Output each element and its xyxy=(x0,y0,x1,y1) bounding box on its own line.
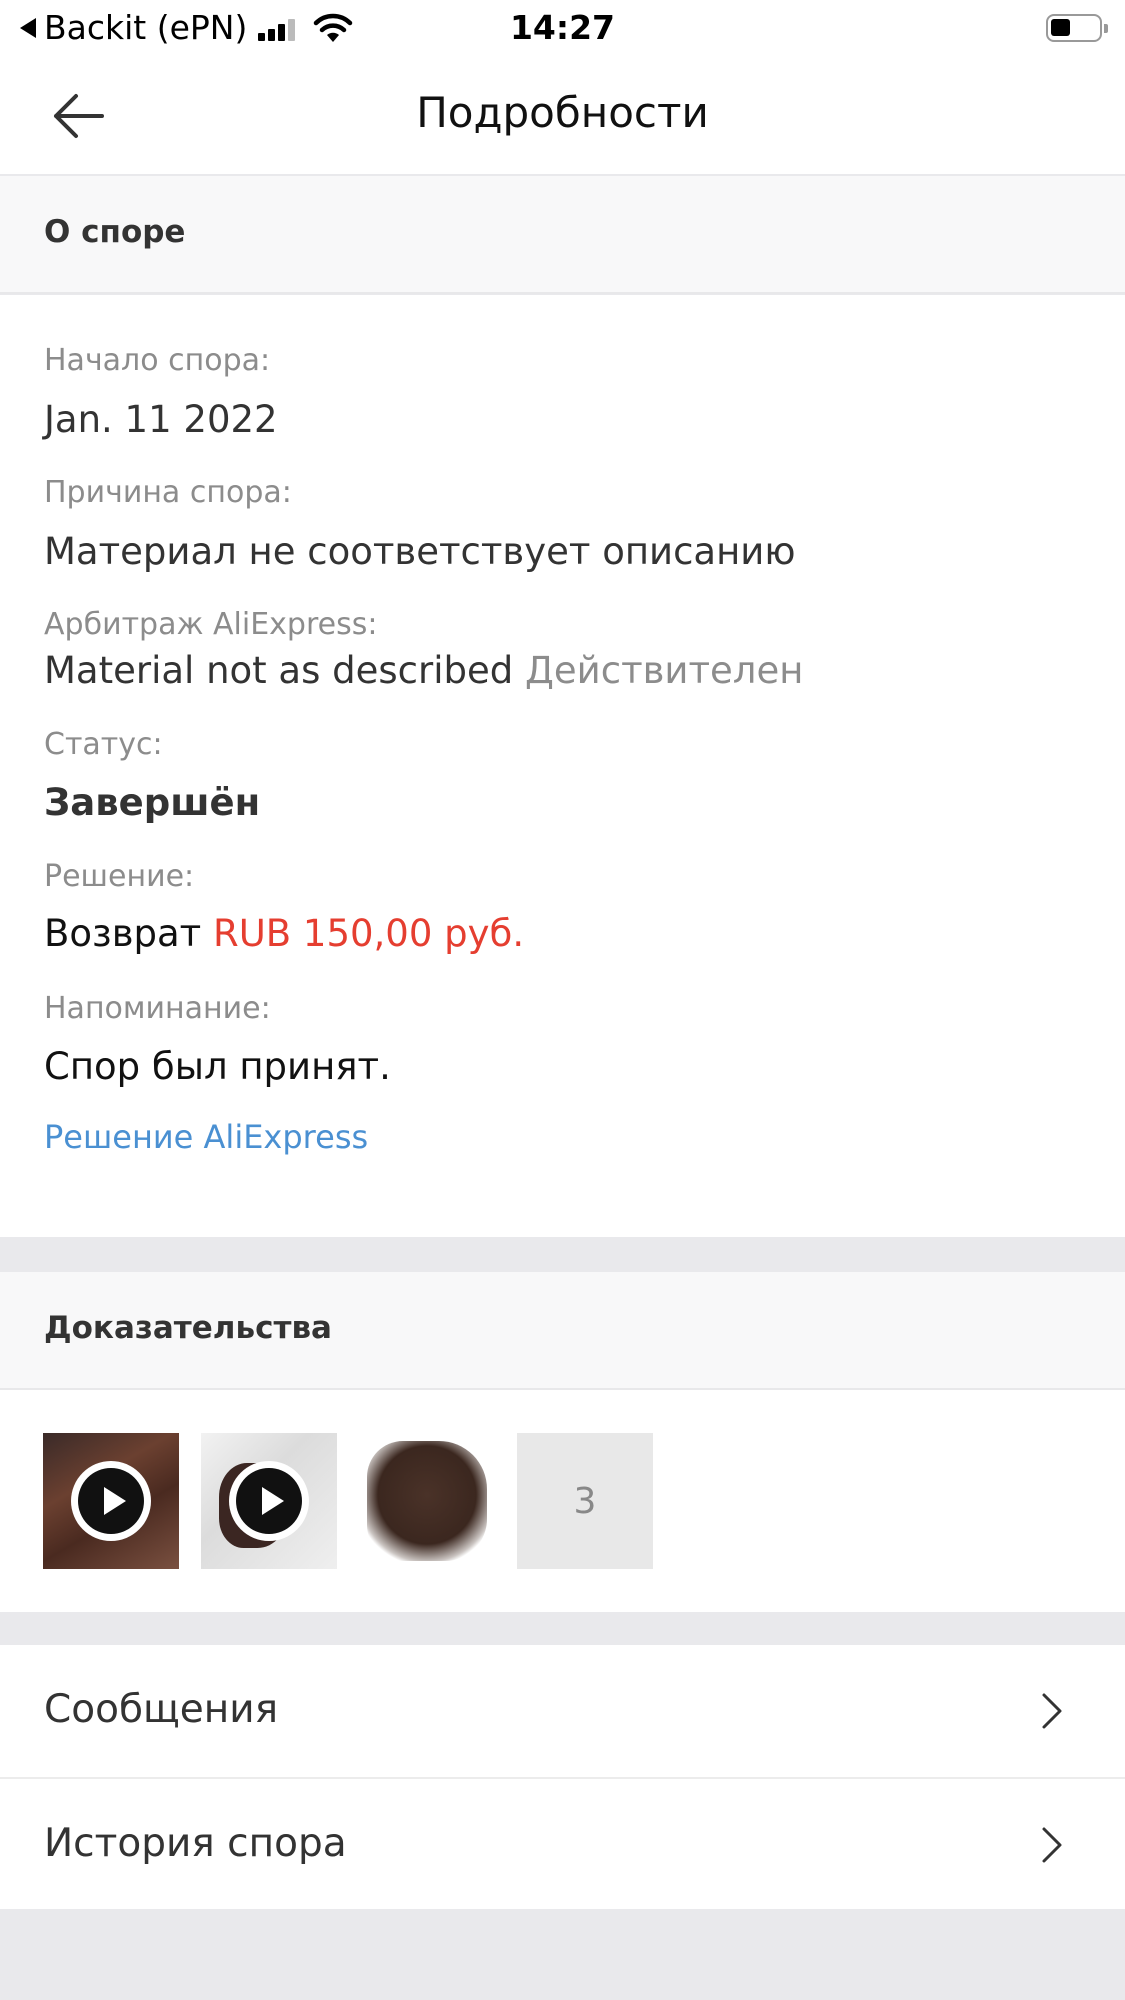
dispute-history-label: История спора xyxy=(44,1821,347,1866)
status-value: Завершён xyxy=(44,781,261,824)
battery-icon xyxy=(1046,14,1108,42)
chevron-right-icon xyxy=(1042,1827,1062,1863)
reminder-label: Напоминание: xyxy=(44,991,271,1026)
status-bar: Backit (ePN) 14:27 xyxy=(0,0,1125,58)
start-date-label: Начало спора: xyxy=(44,343,271,378)
decision-prefix: Возврат xyxy=(44,912,202,955)
decision-value: Возврат RUB 150,00 руб. xyxy=(44,912,524,955)
messages-row[interactable]: Сообщения xyxy=(0,1645,1125,1777)
clock: 14:27 xyxy=(509,8,616,47)
evidence-header: Доказательства xyxy=(0,1272,1125,1390)
play-icon xyxy=(229,1461,309,1541)
more-evidence-count: 3 xyxy=(573,1480,597,1522)
reason-label: Причина спора: xyxy=(44,475,292,510)
decision-label: Решение: xyxy=(44,859,195,894)
start-date-value: Jan. 11 2022 xyxy=(44,398,278,441)
evidence-photo-thumbnail[interactable] xyxy=(359,1433,495,1569)
reminder-value: Спор был принят. xyxy=(44,1045,391,1088)
status-label: Статус: xyxy=(44,727,163,762)
arbitration-value: Material not as described Действителен xyxy=(44,649,803,692)
section-title: О споре xyxy=(44,214,186,250)
about-dispute-header: О споре xyxy=(0,176,1125,294)
section-title: Доказательства xyxy=(44,1310,332,1346)
refund-amount: RUB 150,00 руб. xyxy=(212,912,525,955)
dispute-history-row[interactable]: История спора xyxy=(0,1777,1125,1909)
arbitration-reason: Material not as described xyxy=(44,649,514,692)
aliexpress-decision-link[interactable]: Решение AliExpress xyxy=(44,1118,368,1156)
navigation-bar: Подробности xyxy=(0,58,1125,174)
chevron-right-icon xyxy=(1042,1693,1062,1729)
evidence-video-thumbnail[interactable] xyxy=(43,1433,179,1569)
evidence-gallery: 3 xyxy=(0,1390,1125,1612)
dispute-menu: Сообщения История спора xyxy=(0,1645,1125,1909)
reason-value: Материал не соответствует описанию xyxy=(44,530,796,573)
play-icon xyxy=(71,1461,151,1541)
dispute-details: Начало спора: Jan. 11 2022 Причина спора… xyxy=(0,295,1125,1237)
arbitration-label: Арбитраж AliExpress: xyxy=(44,607,378,642)
page-title: Подробности xyxy=(416,88,709,137)
messages-label: Сообщения xyxy=(44,1687,279,1732)
evidence-video-thumbnail[interactable] xyxy=(201,1433,337,1569)
arbitration-status: Действителен xyxy=(525,649,804,692)
more-evidence-tile[interactable]: 3 xyxy=(517,1433,653,1569)
